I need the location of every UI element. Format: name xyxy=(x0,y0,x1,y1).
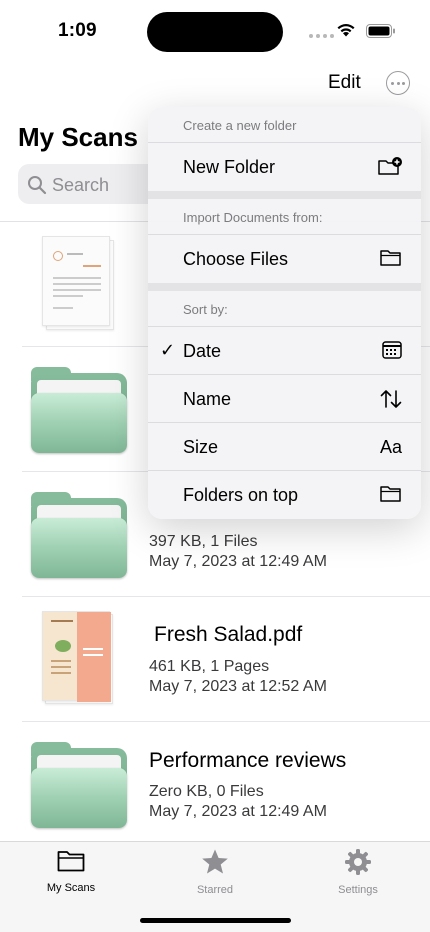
menu-item-choose-files[interactable]: Choose Files xyxy=(148,234,421,282)
list-item[interactable]: Fresh Salad.pdf 461 KB, 1 Pages May 7, 2… xyxy=(22,597,430,722)
cellular-signal-icon xyxy=(309,34,334,38)
menu-item-sort-date[interactable]: ✓ Date xyxy=(148,326,421,374)
status-bar: 1:09 xyxy=(0,0,430,60)
item-size: 397 KB, 1 Files xyxy=(149,533,258,550)
menu-section-header: Create a new folder xyxy=(183,118,297,133)
tab-label: Starred xyxy=(196,884,234,896)
menu-item-new-folder[interactable]: New Folder xyxy=(148,142,421,190)
tab-label: Settings xyxy=(338,884,378,896)
menu-section-header: Sort by: xyxy=(183,302,228,317)
my-scans-screen: 1:09 Edit My Scans Search 397 KB, 1 File… xyxy=(0,0,430,932)
calendar-icon xyxy=(382,341,402,359)
item-name: Performance reviews xyxy=(149,749,347,772)
folder-icon xyxy=(31,492,127,578)
menu-section-header: Import Documents from: xyxy=(183,210,323,225)
item-size: 461 KB, 1 Pages xyxy=(149,658,270,675)
item-size: Zero KB, 0 Files xyxy=(149,783,264,800)
page-title: My Scans xyxy=(18,122,138,152)
wifi-icon xyxy=(337,24,355,37)
star-icon xyxy=(202,849,228,874)
list-item[interactable]: Performance reviews Zero KB, 0 Files May… xyxy=(22,722,430,847)
item-date: May 7, 2023 at 12:49 AM xyxy=(149,803,327,820)
menu-item-folders-on-top[interactable]: Folders on top xyxy=(148,470,421,518)
folder-icon xyxy=(31,742,127,828)
tab-label: My Scans xyxy=(46,882,96,894)
options-menu: Create a new folder New Folder Import Do… xyxy=(148,107,421,519)
search-icon xyxy=(28,176,47,195)
checkmark-icon: ✓ xyxy=(160,340,176,360)
edit-button[interactable]: Edit xyxy=(328,72,361,94)
menu-item-sort-size[interactable]: Size Aa xyxy=(148,422,421,470)
dynamic-island xyxy=(147,12,283,52)
gear-icon xyxy=(345,849,371,875)
item-date: May 7, 2023 at 12:49 AM xyxy=(149,553,327,570)
arrow-up-down-icon xyxy=(380,390,402,408)
tab-my-scans[interactable]: My Scans xyxy=(16,848,126,894)
menu-separator xyxy=(148,191,421,199)
folder-icon xyxy=(31,367,127,453)
tab-starred[interactable]: Starred xyxy=(160,848,270,896)
home-indicator xyxy=(140,918,291,923)
folder-badge-plus-icon xyxy=(378,157,402,175)
menu-separator xyxy=(148,283,421,291)
item-date: May 7, 2023 at 12:52 AM xyxy=(149,678,327,695)
battery-icon xyxy=(366,24,395,38)
folder-icon xyxy=(380,250,401,266)
item-name: Fresh Salad.pdf xyxy=(154,623,303,646)
document-thumbnail xyxy=(42,236,114,330)
search-placeholder: Search xyxy=(52,175,110,195)
document-thumbnail xyxy=(42,611,114,705)
menu-item-sort-name[interactable]: Name xyxy=(148,374,421,422)
more-options-icon[interactable] xyxy=(386,71,410,95)
folder-icon xyxy=(380,486,401,502)
status-time: 1:09 xyxy=(58,20,97,41)
tab-settings[interactable]: Settings xyxy=(303,848,413,896)
folder-icon xyxy=(57,851,85,872)
text-size-icon: Aa xyxy=(379,437,402,457)
